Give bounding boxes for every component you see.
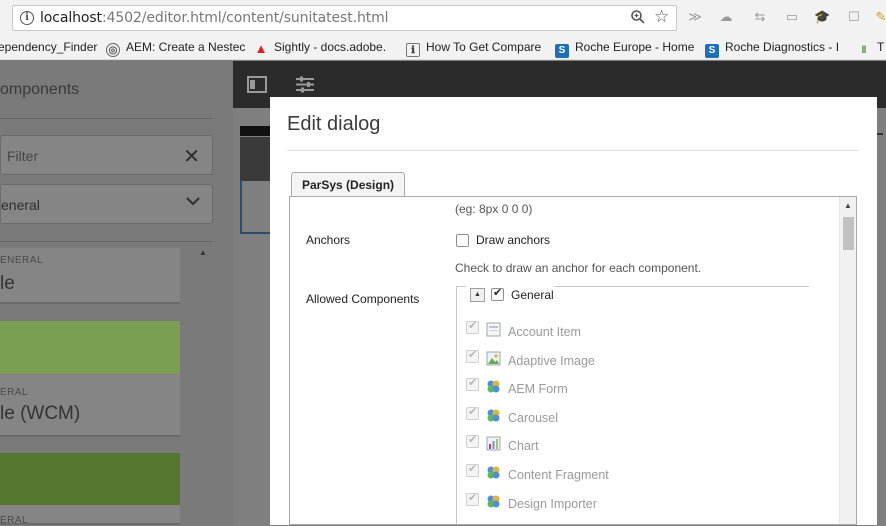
bookmark-item[interactable]: ℹ How To Get Compare [406,40,541,57]
graduation-cap-icon[interactable]: 🎓 [814,9,830,25]
sharepoint-icon: S [555,44,569,58]
component-checkbox[interactable] [466,319,479,334]
bookmark-item[interactable]: ◎ AEM: Create a Nestec [106,40,245,57]
card-thumbnail [0,453,180,505]
bookmark-item[interactable]: S Roche Diagnostics - I [705,40,839,58]
component-card[interactable]: ENERAL le [0,248,180,304]
puzzle-icon [486,465,501,480]
dialog-title: Edit dialog [287,113,381,135]
chart-icon [486,436,501,451]
bookmark-item[interactable]: ependency_Finder [0,40,97,54]
extension-icon[interactable]: ≫ [687,9,703,25]
pen-icon[interactable]: ✎ [873,9,886,25]
component-checkbox[interactable] [466,376,479,391]
general-group-label[interactable]: General [511,288,554,302]
share-icon[interactable]: ⇆ [752,9,768,25]
tab-parsys-design[interactable]: ParSys (Design) [291,172,406,196]
filter-input[interactable]: Filter ✕ [0,135,213,175]
bookmark-item[interactable]: ▲ Sightly - docs.adobe. [254,40,387,56]
chevron-down-icon [186,193,200,211]
side-panel-icon[interactable] [247,76,267,98]
draw-anchors-checkbox[interactable] [456,234,469,247]
component-checkbox[interactable] [466,462,479,477]
sharepoint-icon: S [705,44,719,58]
divider [287,150,859,151]
component-checkbox[interactable] [466,433,479,448]
bookmarks-bar: ependency_Finder ◎ AEM: Create a Nestec ▲… [0,36,886,60]
drive-icon[interactable]: ▭ [784,9,800,25]
close-icon[interactable]: ✕ [183,144,200,169]
scroll-up-icon[interactable]: ▲ [199,248,207,257]
panel-scrollbar[interactable]: ▲ [839,197,856,524]
selection-outline [240,180,270,234]
general-fieldset [456,286,809,524]
address-bar[interactable]: i localhost:4502/editor.html/content/sun… [12,5,677,31]
puzzle-icon [486,494,501,509]
puzzle-icon [486,408,501,423]
adobe-icon: ▲ [254,41,268,56]
aem-icon: ◎ [106,43,120,57]
info-icon[interactable]: i [20,11,34,25]
url-text[interactable]: localhost:4502/editor.html/content/sunit… [40,10,389,26]
bookmark-item[interactable]: S Roche Europe - Home [555,40,694,58]
browser-toolbar: › i localhost:4502/editor.html/content/s… [0,0,886,36]
margin-hint: (eg: 8px 0 0 0) [455,202,533,216]
star-icon[interactable]: ☆ [654,7,669,27]
components-sidebar: omponents Filter ✕ eneral ▲ ENERAL le ER… [0,61,233,526]
bookmark-item[interactable]: ‖ T [857,40,885,58]
component-card[interactable]: ERAL [0,453,180,526]
collapse-icon[interactable]: ▲ [470,288,485,302]
component-checkbox[interactable] [466,348,479,363]
general-group-checkbox[interactable] [491,286,504,301]
draw-anchors-label[interactable]: Draw anchors [476,233,550,247]
component-checkbox[interactable] [466,491,479,506]
component-card[interactable]: ERAL le (WCM) [0,321,180,437]
scrollbar-thumb[interactable] [843,217,854,250]
divider [0,118,212,119]
tab-panel: (eg: 8px 0 0 0) Anchors Draw anchors Che… [289,196,857,525]
card-thumbnail [0,321,180,374]
bars-icon: ‖ [861,45,867,56]
divider [0,241,212,242]
page-icon [486,322,501,337]
square-icon[interactable]: ☐ [846,9,862,25]
component-checkbox[interactable] [466,405,479,420]
sidebar-title: omponents [0,81,80,98]
puzzle-icon [486,379,501,394]
component-toolbar-fragment [240,137,270,181]
scroll-up-icon[interactable]: ▲ [844,201,852,210]
group-select[interactable]: eneral [0,184,213,224]
anchors-label: Anchors [306,233,351,247]
doc-icon: ℹ [406,43,420,57]
cloud-icon[interactable]: ☁ [718,9,734,25]
anchors-hint: Check to draw an anchor for each compone… [455,261,702,275]
allowed-components-label: Allowed Components [306,292,420,306]
image-icon [486,351,501,366]
edit-dialog: Edit dialog ParSys (Design) (eg: 8px 0 0… [270,97,877,525]
properties-icon[interactable] [295,75,315,99]
panel-content: (eg: 8px 0 0 0) Anchors Draw anchors Che… [290,197,840,524]
zoom-icon[interactable] [630,9,646,29]
